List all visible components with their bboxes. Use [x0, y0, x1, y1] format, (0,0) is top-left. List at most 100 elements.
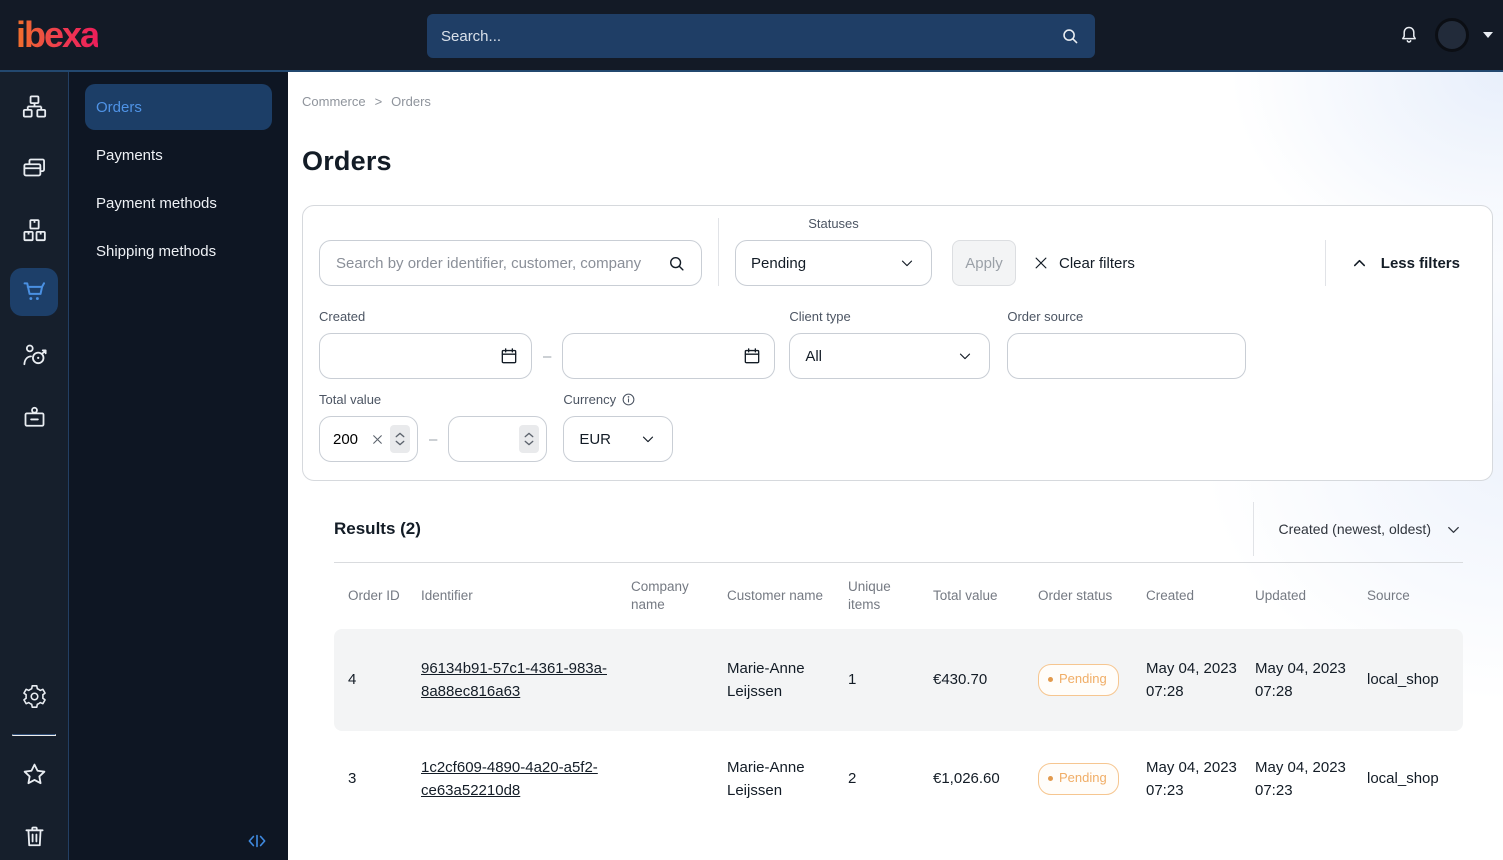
- cell-updated: May 04, 2023 07:28: [1255, 659, 1346, 700]
- status-badge: Pending: [1038, 763, 1119, 795]
- filters-row-2: Created – Client type All Order source: [319, 309, 1476, 379]
- table-row: 3 1c2cf609-4890-4a20-a5f2-ce63a52210d8 M…: [334, 731, 1463, 827]
- cell-order-id: 4: [348, 671, 357, 689]
- sidebar-item-shipping-methods[interactable]: Shipping methods: [85, 228, 272, 274]
- total-value-min-input[interactable]: [333, 430, 365, 448]
- created-from-input[interactable]: [334, 347, 499, 365]
- divider: [718, 218, 719, 286]
- avatar[interactable]: [1435, 18, 1469, 52]
- sidebar-item-catalog-product-boxes-icon[interactable]: [10, 206, 58, 254]
- statuses-label: Statuses: [808, 216, 859, 231]
- sidebar-item-payments[interactable]: Payments: [85, 132, 272, 178]
- status-dot: [1048, 676, 1053, 682]
- cell-order-id: 3: [348, 770, 357, 788]
- order-source-input[interactable]: [1007, 333, 1247, 379]
- filters-panel: Statuses Pending Apply Clear filters: [302, 205, 1493, 481]
- caret-down-icon[interactable]: [1483, 32, 1493, 38]
- sidebar-item-trash-icon[interactable]: [10, 812, 58, 860]
- created-range-group: Created –: [319, 309, 776, 379]
- breadcrumb-commerce[interactable]: Commerce: [302, 94, 366, 109]
- column-header: Unique items: [848, 578, 891, 612]
- sidebar-item-marketing-target-icon[interactable]: [10, 330, 58, 378]
- sidebar-item-commerce-cart-icon[interactable]: [10, 268, 58, 316]
- clear-value-icon[interactable]: [371, 433, 384, 446]
- icon-rail: [0, 72, 68, 860]
- column-header: Order status: [1038, 587, 1113, 603]
- number-stepper[interactable]: [519, 425, 540, 453]
- topbar: ibexa: [0, 0, 1503, 72]
- client-type-label: Client type: [789, 309, 851, 324]
- status-dot: [1048, 775, 1053, 781]
- column-header: Order ID: [348, 587, 400, 603]
- cell-unique-items: 2: [848, 770, 857, 788]
- filters-row-1: Statuses Pending Apply Clear filters: [319, 216, 1476, 286]
- collapse-panel-icon[interactable]: [246, 832, 268, 850]
- results-section: Results (2) Created (newest, oldest) Ord…: [334, 502, 1463, 827]
- column-header: Customer name: [727, 587, 824, 603]
- table-header: Order ID Identifier Company name Custome…: [334, 563, 1463, 629]
- statuses-select-value: Pending: [751, 254, 807, 272]
- less-filters-toggle[interactable]: Less filters: [1324, 240, 1476, 286]
- sidebar-item-content-sitemap-icon[interactable]: [10, 82, 58, 130]
- total-value-min-field[interactable]: [319, 416, 418, 462]
- table-row: 4 96134b91-57c1-4361-983a-8a88ec816a63 M…: [334, 629, 1463, 731]
- order-source-label: Order source: [1007, 309, 1084, 324]
- created-from-field[interactable]: [319, 333, 532, 379]
- sidebar-item-bookmarks-star-icon[interactable]: [10, 750, 58, 798]
- page-title: Orders: [302, 146, 392, 176]
- sidebar-item-orders[interactable]: Orders: [85, 84, 272, 130]
- column-header: Identifier: [421, 587, 473, 603]
- info-icon[interactable]: [621, 392, 636, 407]
- chevron-down-icon: [639, 430, 657, 448]
- sort-value: Created (newest, oldest): [1278, 521, 1431, 537]
- number-stepper[interactable]: [390, 425, 410, 453]
- search-icon[interactable]: [666, 253, 687, 274]
- statuses-select[interactable]: Pending: [735, 240, 932, 286]
- sidebar-item-payment-methods[interactable]: Payment methods: [85, 180, 272, 226]
- sidebar-item-personalization-badge-icon[interactable]: [10, 392, 58, 440]
- clear-filters-button[interactable]: Clear filters: [1032, 240, 1135, 286]
- global-search-input[interactable]: [441, 27, 1059, 45]
- breadcrumb-orders[interactable]: Orders: [391, 94, 431, 109]
- sidebar-item-label: Shipping methods: [96, 242, 217, 260]
- bell-icon[interactable]: [1397, 23, 1421, 47]
- status-badge: Pending: [1038, 664, 1119, 696]
- results-title: Results (2): [334, 519, 421, 538]
- cell-created: May 04, 2023 07:23: [1146, 758, 1237, 799]
- order-search-input[interactable]: [336, 254, 666, 272]
- sidebar-item-admin-gear-icon[interactable]: [10, 672, 58, 720]
- client-type-select[interactable]: All: [789, 333, 991, 379]
- global-search[interactable]: [427, 14, 1095, 58]
- sidebar-item-pages-payments-card-icon[interactable]: [10, 144, 58, 192]
- ibexa-logo[interactable]: ibexa: [16, 17, 100, 53]
- apply-button[interactable]: Apply: [952, 240, 1016, 286]
- chevron-down-icon: [1444, 520, 1463, 539]
- statuses-group: Statuses Pending: [735, 216, 932, 286]
- currency-group: Currency EUR: [563, 392, 674, 462]
- total-value-max-field[interactable]: [448, 416, 548, 462]
- sort-select[interactable]: Created (newest, oldest): [1253, 502, 1463, 556]
- calendar-icon[interactable]: [742, 346, 762, 366]
- calendar-icon[interactable]: [499, 346, 519, 366]
- order-identifier-link[interactable]: 96134b91-57c1-4361-983a-8a88ec816a63: [421, 660, 607, 700]
- search-icon[interactable]: [1059, 25, 1081, 47]
- topbar-right: [1397, 18, 1503, 52]
- order-search-field[interactable]: [319, 240, 702, 286]
- currency-select[interactable]: EUR: [563, 416, 674, 462]
- column-header: Updated: [1255, 587, 1307, 603]
- cell-source: local_shop: [1367, 770, 1439, 788]
- cell-unique-items: 1: [848, 671, 857, 689]
- order-identifier-link[interactable]: 1c2cf609-4890-4a20-a5f2-ce63a52210d8: [421, 759, 598, 799]
- less-filters-label: Less filters: [1380, 254, 1460, 272]
- column-header: Created: [1146, 587, 1195, 603]
- currency-label: Currency: [563, 392, 617, 407]
- total-value-max-input[interactable]: [462, 430, 495, 448]
- cell-created: May 04, 2023 07:28: [1146, 659, 1237, 700]
- total-value-group: Total value –: [319, 392, 548, 462]
- cell-customer-name: Marie-Anne Leijssen: [727, 659, 805, 700]
- cell-source: local_shop: [1367, 671, 1439, 689]
- range-dash: –: [543, 347, 552, 365]
- client-type-group: Client type All: [789, 309, 1007, 379]
- created-to-input[interactable]: [577, 347, 743, 365]
- created-to-field[interactable]: [562, 333, 776, 379]
